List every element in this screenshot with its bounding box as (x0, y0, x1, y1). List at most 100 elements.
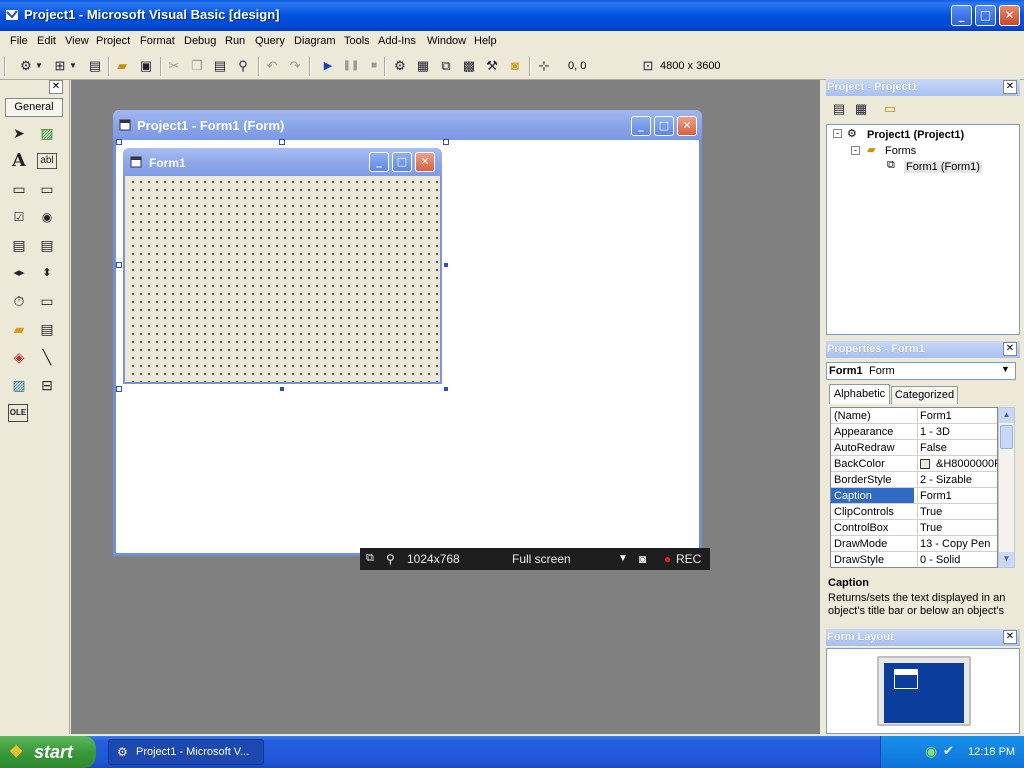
collapse-icon[interactable]: - (833, 129, 842, 138)
toolbox-icon[interactable]: ⚒ (482, 57, 502, 75)
undo-icon[interactable]: ↶ (262, 57, 282, 75)
end-icon[interactable]: ■ (364, 57, 384, 75)
properties-close-button[interactable]: ✕ (1003, 342, 1017, 356)
scroll-up-icon[interactable]: ▲ (999, 408, 1014, 423)
drivelistbox-icon[interactable]: ▭ (36, 290, 58, 312)
collapse-icon[interactable]: - (851, 146, 860, 155)
toolbox-tab-general[interactable]: General (5, 98, 63, 117)
menu-add-ins[interactable]: Add-Ins (378, 35, 416, 47)
data-view-icon[interactable]: ◙ (505, 57, 525, 75)
chevron-down-icon[interactable]: ▼ (34, 57, 44, 75)
textbox-icon[interactable]: abl (37, 153, 57, 169)
chevron-down-icon[interactable]: ▼ (68, 57, 78, 75)
break-icon[interactable]: ❚❚ (341, 57, 361, 75)
taskbar-item-vb[interactable]: ⚙ Project1 - Microsoft V... (108, 739, 264, 765)
menu-help[interactable]: Help (474, 35, 497, 47)
property-row[interactable]: DrawMode 13 - Copy Pen (831, 536, 997, 552)
property-value[interactable]: 13 - Copy Pen (920, 538, 997, 550)
filelistbox-icon[interactable]: ▤ (36, 318, 58, 340)
vscrollbar-icon[interactable]: ⬍ (36, 262, 58, 284)
properties-scrollbar[interactable]: ▲ ▼ (998, 407, 1015, 568)
property-value[interactable]: False (920, 442, 997, 454)
restore-window-icon[interactable]: ⧉ (366, 552, 374, 565)
menu-tools[interactable]: Tools (344, 35, 370, 47)
menu-run[interactable]: Run (225, 35, 245, 47)
menu-project[interactable]: Project (96, 35, 130, 47)
combobox-icon[interactable]: ▤ (8, 234, 30, 256)
property-value[interactable]: Form1 (920, 490, 997, 502)
form1-design-grid[interactable] (127, 176, 438, 382)
toolbar-grip[interactable] (4, 57, 6, 76)
tree-item-project1[interactable]: Project1 (Project1) (867, 129, 964, 141)
form-position-preview[interactable] (894, 669, 918, 689)
checkbox-icon[interactable]: ☑ (8, 206, 30, 228)
menu-editor-icon[interactable]: ▤ (85, 57, 105, 75)
designer-close-button[interactable]: ✕ (677, 116, 697, 136)
dirlistbox-icon[interactable]: ▰ (8, 318, 30, 340)
pointer-icon[interactable]: ➤ (8, 122, 30, 144)
recorder-rec-label[interactable]: REC (676, 552, 701, 566)
timer-icon[interactable]: ⏱ (8, 290, 30, 312)
hscrollbar-icon[interactable]: ◂▸ (8, 262, 30, 284)
tab-categorized[interactable]: Categorized (891, 386, 958, 404)
property-row[interactable]: Caption Form1 (831, 488, 997, 504)
tab-alphabetic[interactable]: Alphabetic (829, 384, 890, 404)
designer-minimize-button[interactable]: _ (631, 116, 651, 136)
property-row[interactable]: (Name) Form1 (831, 408, 997, 424)
chevron-down-icon[interactable]: ▼ (1001, 364, 1010, 374)
tree-item-form1[interactable]: Form1 (Form1) (904, 161, 982, 173)
paste-icon[interactable]: ▤ (210, 57, 230, 75)
picturebox-icon[interactable]: ▨ (36, 122, 58, 144)
clock[interactable]: 12:18 PM (968, 746, 1015, 758)
zoom-icon[interactable]: ⚲ (386, 552, 395, 566)
form-designer-title-bar[interactable]: Project1 - Form1 (Form) _ □ ✕ (113, 110, 702, 140)
menu-window[interactable]: Window (427, 35, 466, 47)
property-row[interactable]: BorderStyle 2 - Sizable (831, 472, 997, 488)
menu-debug[interactable]: Debug (184, 35, 216, 47)
menu-diagram[interactable]: Diagram (294, 35, 336, 47)
menu-view[interactable]: View (65, 35, 89, 47)
property-value[interactable]: Form1 (920, 410, 997, 422)
property-value[interactable]: True (920, 506, 997, 518)
volume-icon[interactable]: ✔ (943, 743, 954, 759)
menu-query[interactable]: Query (255, 35, 285, 47)
close-button[interactable]: ✕ (999, 5, 1020, 26)
toolbox-close-button[interactable]: ✕ (49, 80, 63, 94)
property-row[interactable]: DrawStyle 0 - Solid (831, 552, 997, 567)
minimize-button[interactable]: _ (951, 5, 972, 26)
form1-title-bar[interactable]: Form1 _ □ ✕ (123, 148, 442, 176)
cut-icon[interactable]: ✂ (164, 57, 184, 75)
property-row[interactable]: ClipControls True (831, 504, 997, 520)
image-icon[interactable]: ▨ (8, 374, 30, 396)
form-layout-icon[interactable]: ⧉ (436, 57, 456, 75)
property-row[interactable]: AutoRedraw False (831, 440, 997, 456)
data-control-icon[interactable]: ⊟ (36, 374, 58, 396)
record-dot-icon[interactable]: ● (664, 552, 671, 566)
scroll-down-icon[interactable]: ▼ (999, 552, 1014, 567)
camera-icon[interactable]: ◙ (639, 552, 646, 566)
property-value[interactable]: 0 - Solid (920, 554, 997, 566)
add-project-icon[interactable]: ⚙ (16, 57, 36, 75)
project-explorer-icon[interactable]: ⚙ (390, 57, 410, 75)
property-value[interactable]: 2 - Sizable (920, 474, 997, 486)
view-code-icon[interactable]: ▤ (829, 100, 849, 118)
tree-item-forms[interactable]: Forms (885, 145, 916, 157)
start-icon[interactable]: ▶ (318, 57, 338, 75)
object-combo[interactable]: Form1 Form ▼ (826, 362, 1016, 380)
resize-handle-corner[interactable] (443, 386, 449, 392)
frame-icon[interactable]: ▭ (8, 178, 30, 200)
project-explorer-close-button[interactable]: ✕ (1003, 80, 1017, 94)
maximize-button[interactable]: □ (975, 5, 996, 26)
object-browser-icon[interactable]: ▩ (459, 57, 479, 75)
label-icon[interactable]: A (8, 150, 30, 172)
menu-file[interactable]: File (10, 35, 28, 47)
listbox-icon[interactable]: ▤ (36, 234, 58, 256)
recorder-mode[interactable]: Full screen (512, 552, 571, 566)
scroll-thumb[interactable] (1000, 425, 1013, 449)
properties-window-icon[interactable]: ▦ (413, 57, 433, 75)
find-icon[interactable]: ⚲ (233, 57, 253, 75)
menu-format[interactable]: Format (140, 35, 175, 47)
shape-icon[interactable]: ◈ (8, 346, 30, 368)
property-row[interactable]: Appearance 1 - 3D (831, 424, 997, 440)
redo-icon[interactable]: ↷ (285, 57, 305, 75)
